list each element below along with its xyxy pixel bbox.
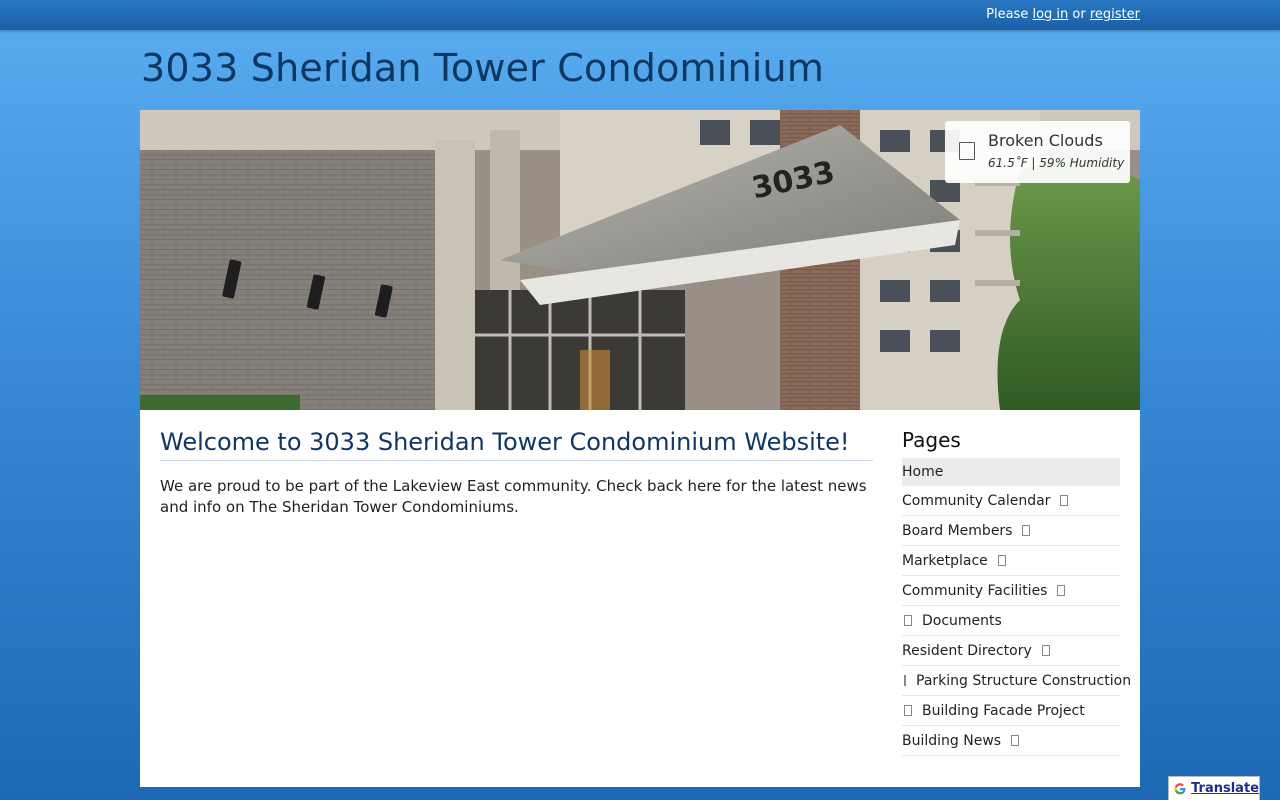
nav-item-marketplace[interactable]: Marketplace bbox=[902, 546, 1120, 576]
calendar-icon bbox=[1060, 495, 1069, 506]
nav-item-parking-structure[interactable]: Parking Structure Construction bbox=[902, 666, 1131, 696]
nav-item-label: Home bbox=[902, 464, 944, 480]
nav-item-label: Resident Directory bbox=[902, 642, 1032, 659]
weather-details: 61.5˚F | 59% Humidity bbox=[988, 156, 1125, 170]
top-bar: Please log in or register bbox=[0, 0, 1280, 30]
nav-item-home[interactable]: Home bbox=[902, 458, 1120, 486]
address-book-icon bbox=[1041, 645, 1050, 656]
nav-item-board-members[interactable]: Board Members bbox=[902, 516, 1120, 546]
folder-icon bbox=[904, 615, 912, 626]
nav-item-label: Parking Structure Construction bbox=[916, 672, 1132, 689]
nav-item-label: Documents bbox=[922, 612, 1002, 629]
content-panel: Welcome to 3033 Sheridan Tower Condomini… bbox=[140, 410, 1140, 787]
file-icon bbox=[904, 705, 912, 716]
building-icon bbox=[1057, 585, 1066, 596]
login-link[interactable]: log in bbox=[1032, 7, 1068, 22]
intro-text: We are proud to be part of the Lakeview … bbox=[160, 477, 867, 516]
nav-item-label: Building News bbox=[902, 732, 1002, 749]
nav-item-label: Community Facilities bbox=[902, 582, 1048, 599]
nav-item-building-news[interactable]: Building News bbox=[902, 726, 1120, 756]
weather-widget[interactable]: Broken Clouds 61.5˚F | 59% Humidity bbox=[945, 121, 1130, 183]
pages-title: Pages bbox=[902, 428, 961, 452]
nav-item-label: Board Members bbox=[902, 522, 1013, 539]
nav-item-community-facilities[interactable]: Community Facilities bbox=[902, 576, 1120, 606]
tag-icon bbox=[997, 555, 1006, 566]
newspaper-icon bbox=[1011, 735, 1020, 746]
weather-icon bbox=[959, 142, 975, 160]
nav-item-label: Building Facade Project bbox=[922, 702, 1085, 719]
site-title[interactable]: 3033 Sheridan Tower Condominium bbox=[141, 46, 824, 90]
google-icon bbox=[1174, 782, 1186, 794]
nav-item-resident-directory[interactable]: Resident Directory bbox=[902, 636, 1120, 666]
file-icon bbox=[904, 675, 906, 686]
login-prompt: Please log in or register bbox=[986, 7, 1140, 22]
nav-item-label: Marketplace bbox=[902, 552, 988, 569]
pages-nav: Pages Home Community Calendar Board Memb… bbox=[902, 428, 1131, 756]
nav-item-documents[interactable]: Documents bbox=[902, 606, 1120, 636]
login-or: or bbox=[1072, 7, 1086, 22]
page-heading: Welcome to 3033 Sheridan Tower Condomini… bbox=[160, 428, 873, 461]
weather-condition: Broken Clouds bbox=[988, 131, 1103, 150]
nav-item-label: Community Calendar bbox=[902, 492, 1051, 509]
nav-item-community-calendar[interactable]: Community Calendar bbox=[902, 486, 1120, 516]
nav-item-building-facade[interactable]: Building Facade Project bbox=[902, 696, 1120, 726]
translate-widget[interactable]: Translate bbox=[1168, 776, 1260, 800]
translate-label[interactable]: Translate bbox=[1191, 781, 1259, 796]
login-prefix: Please bbox=[986, 7, 1029, 22]
users-icon bbox=[1022, 525, 1031, 536]
register-link[interactable]: register bbox=[1090, 7, 1140, 22]
